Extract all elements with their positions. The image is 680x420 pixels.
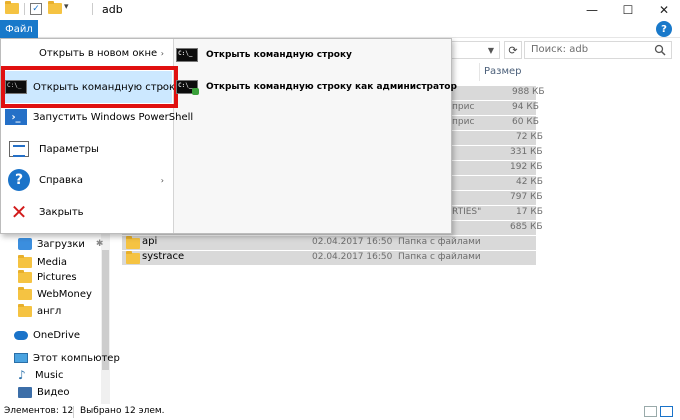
tab-file[interactable]: Файл [0,20,38,38]
command-prompt-admin-icon: C:\_ [176,80,199,95]
folder-icon [18,254,32,268]
download-icon [18,238,32,250]
close-icon: ✕ [10,200,28,224]
folder-icon [126,251,140,264]
submenu-item-label: Открыть командную строку как администрат… [206,82,457,92]
selected-count: Выбрано 12 элем. [80,406,165,416]
chevron-right-icon: › [160,175,164,185]
sidebar-item-label: Этот компьютер [33,352,120,364]
submenu-item-open-cmd[interactable]: C:\_ Открыть командную строку [176,41,352,69]
sidebar-item-label: Видео [37,386,70,398]
sidebar-item-downloads[interactable]: Загрузки ✱ [18,235,103,253]
large-icons-view-icon[interactable] [660,406,673,417]
menu-item-label: Закрыть [39,206,84,218]
folder-icon [18,269,32,283]
file-name: systrace [142,251,185,262]
menu-item-open-new-window[interactable]: Открыть в новом окне › [1,38,172,68]
chevron-right-icon: › [160,112,164,122]
folder-icon [126,236,140,249]
menu-item-label: Открыть в новом окне [39,47,158,59]
video-icon [18,386,32,398]
sidebar-item-angl[interactable]: англ [18,302,61,320]
sidebar-item-label: Media [37,256,68,268]
options-icon [9,141,29,157]
sidebar-item-pictures[interactable]: Pictures [18,268,77,286]
column-divider[interactable] [479,63,480,81]
folder-icon [5,1,19,15]
folder-icon [18,286,32,300]
sidebar-item-webmoney[interactable]: WebMoney [18,285,92,303]
folder-icon [18,303,32,317]
status-bar: Элементов: 12 Выбрано 12 элем. [0,404,680,420]
menu-item-options[interactable]: Параметры [1,134,172,164]
customize-quick-access-icon[interactable]: ▾ [64,2,69,12]
menu-item-label: Запустить Windows PowerShell [33,111,194,123]
pin-icon: ✱ [95,239,104,249]
menu-item-label: Справка [39,174,84,186]
divider [24,3,25,15]
table-row[interactable]: api 02.04.2017 16:50 Папка с файлами [122,236,536,250]
sidebar-item-label: Music [35,369,64,381]
close-window-button[interactable]: ✕ [648,0,680,20]
sidebar-item-label: OneDrive [33,329,81,341]
search-input[interactable]: Поиск: adb [524,41,672,59]
file-name: api [142,236,158,247]
item-count: Элементов: 12 [4,406,74,416]
divider [92,3,93,15]
help-icon: ? [8,169,30,191]
sidebar-item-music[interactable]: ♪ Music [18,366,63,384]
address-history-chevron-icon[interactable]: ▼ [485,42,497,58]
sidebar-item-video[interactable]: Видео [18,383,70,401]
powershell-icon: ›_ [5,109,27,125]
sidebar-item-label: Загрузки [37,238,85,250]
maximize-button[interactable]: ☐ [612,0,644,20]
sidebar-item-onedrive[interactable]: OneDrive [14,326,80,344]
command-prompt-icon: C:\_ [176,48,198,62]
sidebar-item-label: Pictures [37,271,77,283]
submenu-item-label: Открыть командную строку [206,50,352,60]
window-title: adb [102,3,123,16]
submenu-item-open-cmd-admin[interactable]: C:\_ Открыть командную строку как админи… [176,73,457,101]
new-folder-icon[interactable] [48,1,62,15]
music-icon: ♪ [18,368,26,382]
search-icon [654,44,666,56]
onedrive-icon [14,330,28,340]
sidebar-item-label: WebMoney [37,288,92,300]
divider [73,406,74,418]
table-row[interactable]: systrace 02.04.2017 16:50 Папка с файлам… [122,251,536,265]
properties-icon[interactable]: ✓ [30,3,42,15]
column-header-size[interactable]: Размер [484,66,522,77]
menu-item-close[interactable]: ✕ Закрыть [1,197,172,227]
computer-icon [14,353,28,363]
chevron-right-icon: › [160,48,164,58]
help-button[interactable]: ? [656,21,672,37]
sidebar-item-label: англ [37,305,62,317]
menu-item-help[interactable]: ? Справка › [1,165,172,195]
highlight-annotation [1,66,178,108]
ribbon-tabs [0,20,680,38]
menu-item-label: Параметры [39,143,99,155]
sidebar-item-this-pc[interactable]: Этот компьютер [14,349,120,367]
minimize-button[interactable]: — [576,0,608,20]
refresh-button[interactable]: ⟳ [504,41,522,59]
details-view-icon[interactable] [644,406,657,417]
new-window-icon [5,42,33,64]
